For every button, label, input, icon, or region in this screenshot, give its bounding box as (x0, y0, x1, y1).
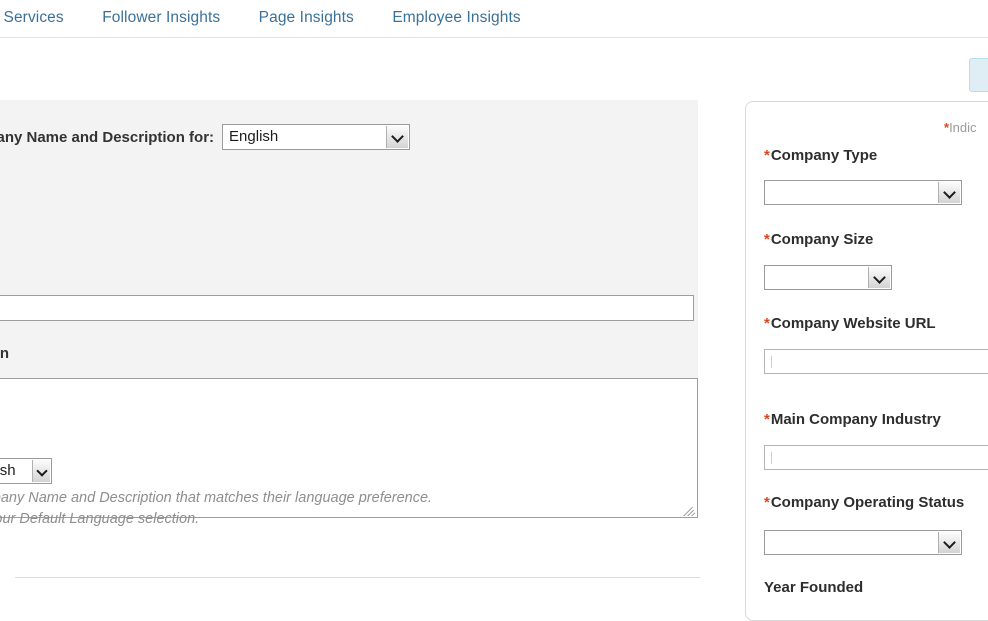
language-selector-label: Company Name and Description for: (0, 128, 215, 146)
company-size-label-text: Company Size (770, 231, 874, 248)
company-size-label: *Company Size (764, 231, 873, 248)
admins-section-header: Admins (0, 568, 700, 586)
helper-line-1: the Company Name and Description that ma… (0, 490, 433, 506)
chevron-down-icon (32, 460, 51, 482)
company-details-panel: *Indic *Company Type *Company Size *Comp… (745, 101, 988, 621)
required-asterisk-icon: * (764, 147, 770, 164)
nav-links-group: oducts & Services Follower Insights Page… (0, 9, 521, 27)
required-fields-note: *Indic (944, 120, 977, 135)
language-select-value: English (229, 128, 279, 145)
default-language-row: e: English (0, 458, 53, 484)
text-caret-icon (771, 356, 772, 368)
company-website-url-label-text: Company Website URL (770, 315, 936, 332)
chevron-down-icon (868, 267, 890, 288)
nav-link-employee-insights[interactable]: Employee Insights (392, 9, 520, 27)
page-root: oducts & Services Follower Insights Page… (0, 0, 988, 621)
chevron-down-icon (386, 126, 409, 148)
main-company-industry-label-text: Main Company Industry (770, 411, 941, 428)
language-select[interactable]: English (222, 124, 411, 150)
highlight-chip[interactable] (969, 58, 988, 92)
helper-line-2: display your Default Language selection. (0, 511, 200, 527)
nav-link-products-services[interactable]: oducts & Services (0, 9, 64, 27)
nav-link-follower-insights[interactable]: Follower Insights (102, 9, 220, 27)
text-caret-icon (771, 452, 772, 464)
company-type-select[interactable] (764, 180, 962, 205)
section-divider (14, 576, 700, 578)
required-fields-note-text: Indic (949, 120, 977, 135)
top-navigation-bar: oducts & Services Follower Insights Page… (0, 0, 988, 38)
nav-link-page-insights[interactable]: Page Insights (259, 9, 354, 27)
chevron-down-icon (938, 182, 960, 203)
default-language-select-value: English (0, 462, 16, 479)
company-name-description-panel: Company Name and Description for: Englis… (0, 100, 698, 518)
required-asterisk-icon: * (764, 315, 770, 332)
default-language-helper-text: the Company Name and Description that ma… (0, 488, 432, 530)
company-website-url-label: *Company Website URL (764, 315, 936, 332)
main-company-industry-label: *Main Company Industry (764, 411, 941, 428)
required-asterisk-icon: * (764, 494, 770, 511)
chevron-down-icon (938, 532, 960, 553)
company-type-label: *Company Type (764, 147, 877, 164)
required-asterisk-icon: * (764, 411, 770, 428)
company-operating-status-label-text: Company Operating Status (770, 494, 965, 511)
company-operating-status-select[interactable] (764, 530, 962, 555)
company-description-label: cription (0, 345, 9, 362)
company-name-input[interactable] (0, 295, 694, 321)
company-size-select[interactable] (764, 265, 892, 290)
company-operating-status-label: *Company Operating Status (764, 494, 964, 511)
language-selector-row: Company Name and Description for: Englis… (0, 124, 411, 150)
year-founded-label: Year Founded (764, 579, 864, 596)
main-company-industry-input[interactable] (764, 445, 988, 470)
company-website-url-input[interactable] (764, 349, 988, 374)
default-language-select[interactable]: English (0, 458, 53, 484)
required-asterisk-icon: * (764, 231, 770, 248)
resize-handle-icon[interactable] (683, 503, 696, 516)
company-type-label-text: Company Type (770, 147, 878, 164)
